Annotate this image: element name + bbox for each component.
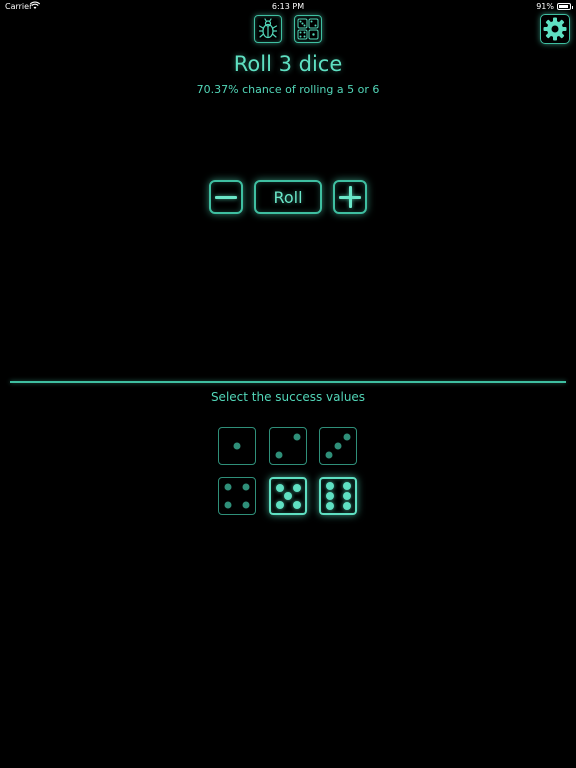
die-pip	[325, 492, 334, 500]
die-face-1[interactable]	[218, 427, 256, 465]
success-values-label: Select the success values	[210, 390, 366, 404]
bug-button[interactable]	[254, 15, 282, 43]
status-bar: Carrier 6:13 PM 91%	[0, 0, 576, 14]
die-pip	[224, 483, 232, 491]
die-pip	[224, 501, 232, 509]
roll-button[interactable]: Roll	[254, 180, 322, 214]
minus-icon	[215, 186, 237, 208]
die-pip	[292, 500, 301, 509]
page-title: Roll 3 dice	[233, 52, 343, 76]
die-pip	[325, 482, 334, 491]
dice-grid-button[interactable]	[294, 15, 322, 43]
decrease-dice-button[interactable]	[209, 180, 243, 214]
bug-icon	[258, 18, 278, 39]
gear-icon	[543, 17, 567, 41]
die-pip	[325, 501, 334, 510]
battery-percent: 91%	[536, 2, 554, 11]
die-pip	[293, 433, 301, 441]
die-pip	[342, 492, 351, 500]
die-pip	[325, 451, 333, 459]
plus-icon	[339, 186, 361, 208]
die-face-2[interactable]	[269, 427, 307, 465]
die-pip	[342, 501, 351, 510]
increase-dice-button[interactable]	[333, 180, 367, 214]
die-face-6[interactable]	[319, 477, 357, 515]
die-pip	[242, 501, 250, 509]
die-pip	[334, 442, 342, 450]
die-pip	[275, 483, 284, 492]
die-face-3[interactable]	[319, 427, 357, 465]
die-pip	[292, 483, 301, 492]
die-pip	[242, 483, 250, 491]
battery-icon	[557, 3, 573, 10]
clock: 6:13 PM	[271, 2, 305, 11]
section-divider	[10, 381, 566, 383]
die-pip	[342, 482, 351, 491]
die-pip	[284, 492, 292, 500]
probability-text: 70.37% chance of rolling a 5 or 6	[196, 83, 380, 96]
settings-button[interactable]	[540, 14, 570, 44]
battery-fill	[559, 5, 569, 8]
die-face-5[interactable]	[269, 477, 307, 515]
die-pip	[275, 500, 284, 509]
dice-grid-icon	[297, 18, 319, 40]
die-pip	[343, 433, 351, 441]
dice-roller-screen: Carrier 6:13 PM 91% Roll 3 dice 70.37% c…	[0, 0, 576, 768]
die-pip	[233, 442, 241, 450]
die-face-4[interactable]	[218, 477, 256, 515]
die-pip	[275, 451, 283, 459]
